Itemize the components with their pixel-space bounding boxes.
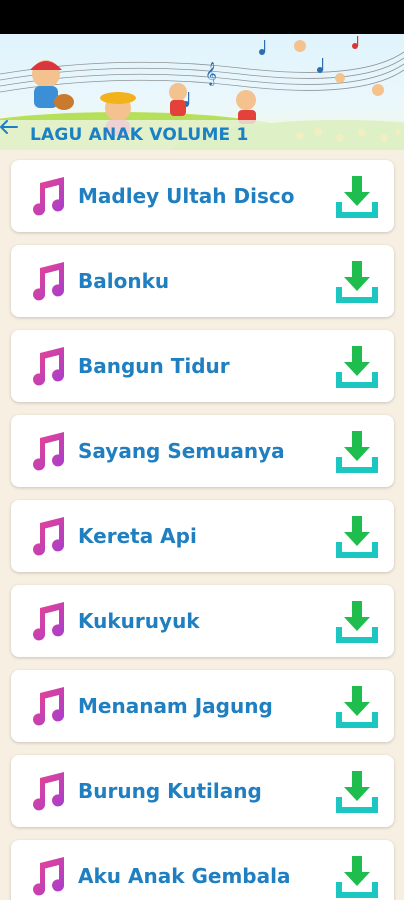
song-title: Kereta Api [78,524,197,548]
song-item[interactable]: Bangun Tidur [11,330,394,402]
download-icon[interactable] [334,684,380,730]
song-list: Madley Ultah Disco Balonku Bangun Tidur … [0,150,404,900]
download-icon[interactable] [334,599,380,645]
song-title: Kukuruyuk [78,609,200,633]
title-bar: LAGU ANAK VOLUME 1 [0,120,404,150]
music-note-icon [33,177,65,216]
song-title: Madley Ultah Disco [78,184,295,208]
music-note-icon [33,517,65,556]
song-item[interactable]: Kukuruyuk [11,585,394,657]
download-icon[interactable] [334,174,380,220]
music-note-icon [33,602,65,641]
song-item[interactable]: Aku Anak Gembala [11,840,394,900]
song-item[interactable]: Madley Ultah Disco [11,160,394,232]
svg-text:𝄞: 𝄞 [205,61,217,86]
song-item[interactable]: Balonku [11,245,394,317]
song-title: Bangun Tidur [78,354,230,378]
song-title: Burung Kutilang [78,779,262,803]
download-icon[interactable] [334,769,380,815]
download-icon[interactable] [334,344,380,390]
status-bar [0,0,404,34]
arrow-left-icon[interactable] [0,120,28,150]
page-title: LAGU ANAK VOLUME 1 [30,125,249,145]
music-note-icon [33,262,65,301]
song-title: Sayang Semuanya [78,439,285,463]
music-note-icon [33,772,65,811]
song-item[interactable]: Menanam Jagung [11,670,394,742]
music-note-icon [33,432,65,471]
download-icon[interactable] [334,514,380,560]
download-icon[interactable] [334,429,380,475]
music-note-icon [33,857,65,896]
song-title: Balonku [78,269,170,293]
song-title: Menanam Jagung [78,694,273,718]
music-note-icon [33,687,65,726]
song-item[interactable]: Kereta Api [11,500,394,572]
song-item[interactable]: Burung Kutilang [11,755,394,827]
song-item[interactable]: Sayang Semuanya [11,415,394,487]
download-icon[interactable] [334,259,380,305]
download-icon[interactable] [334,854,380,900]
header-banner: 𝄞 LAGU ANAK VOLUME 1 [0,34,404,150]
music-note-icon [33,347,65,386]
song-title: Aku Anak Gembala [78,864,291,888]
